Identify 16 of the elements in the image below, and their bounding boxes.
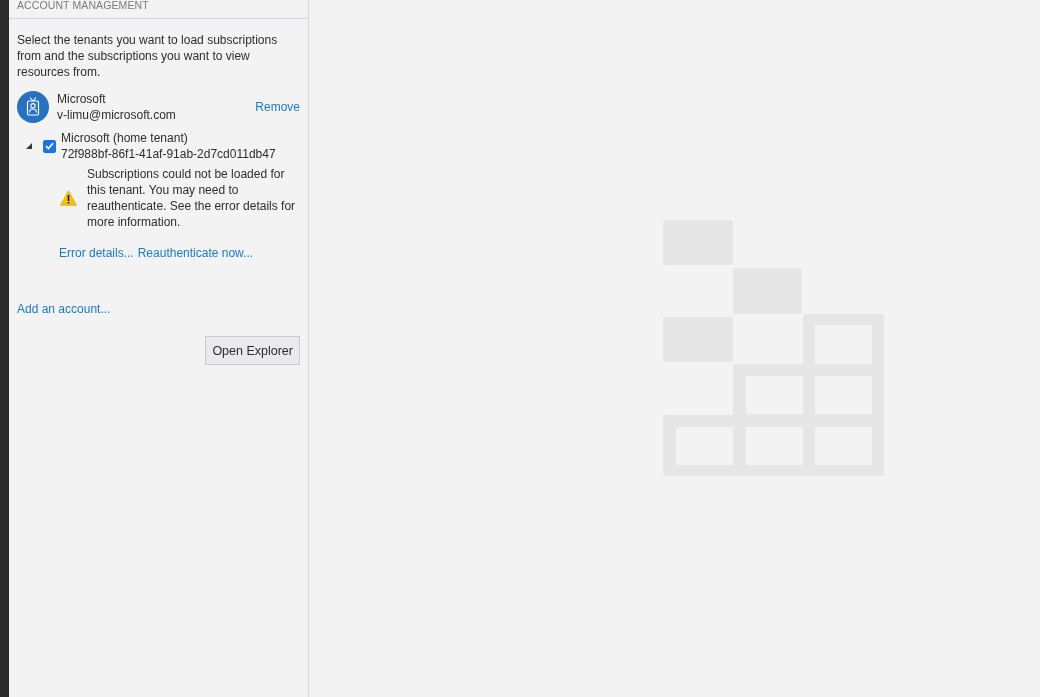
id-badge-icon xyxy=(17,91,49,123)
warning-icon xyxy=(60,190,77,206)
description-text: Select the tenants you want to load subscriptions from and the subscriptions you want to view resources from. xyxy=(17,32,279,80)
add-account-link[interactable]: Add an account... xyxy=(17,301,111,317)
warning-link[interactable]: Error details... xyxy=(59,245,134,261)
warning-message: Subscriptions could not be loaded for this tenant. You may need to reauthenticate. See the error details for more information. xyxy=(87,166,297,230)
account-email: v-limu@microsoft.com xyxy=(57,107,177,123)
warning-link[interactable]: Reauthenticate now... xyxy=(137,245,254,261)
tenant-id: 72f988bf-86f1-41af-91ab-2d7cd011db47 xyxy=(61,146,276,162)
expanded-caret-icon[interactable] xyxy=(26,143,32,149)
tenant-name: Microsoft (home tenant) xyxy=(61,130,189,146)
account-name: Microsoft xyxy=(57,91,107,107)
open-explorer-button[interactable]: Open Explorer xyxy=(205,336,300,365)
panel-title: ACCOUNT MANAGEMENT xyxy=(17,0,149,11)
remove-link[interactable]: Remove xyxy=(255,99,300,115)
tenant-checkbox[interactable] xyxy=(43,139,56,153)
